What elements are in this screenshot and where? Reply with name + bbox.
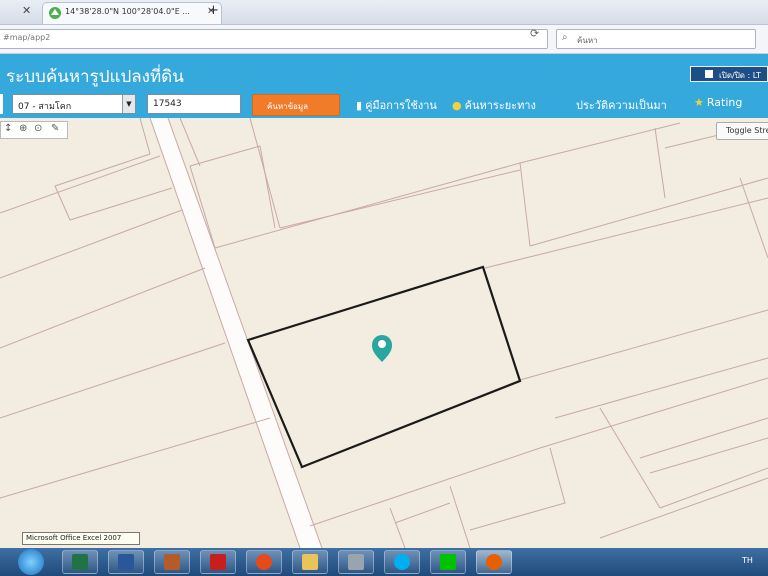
zoom-in-tool-icon[interactable]: ⊕: [19, 123, 27, 134]
picture-icon: [348, 554, 364, 570]
taskbar-word[interactable]: [108, 550, 144, 574]
district-select-value: 07 - สามโคก: [18, 102, 72, 112]
parcel-boundaries: [0, 118, 768, 548]
manual-link[interactable]: ▮ คู่มือการใช้งาน: [356, 96, 437, 114]
layer-toggle-checkbox[interactable]: [705, 70, 713, 78]
distance-link[interactable]: ● ค้นหาระยะทาง: [452, 96, 536, 114]
parcel-map-canvas[interactable]: [0, 118, 768, 548]
map-favicon-icon: [49, 7, 61, 19]
draw-tool-icon[interactable]: ✎: [51, 123, 59, 134]
tab-title: 14°38'28.0"N 100°28'04.0"E ...: [65, 7, 190, 16]
toggle-street-label: Toggle Street: [726, 126, 768, 135]
browser-tab-active[interactable]: 14°38'28.0"N 100°28'04.0"E ... ✕: [42, 2, 222, 24]
search-placeholder: ค้นหา: [577, 36, 598, 45]
layer-toggle[interactable]: เปิด/ปิด : LT: [690, 66, 768, 82]
manual-link-label: คู่มือการใช้งาน: [365, 99, 437, 112]
star-icon: ★: [694, 96, 704, 109]
history-link-label: ประวัติความเป็นมา: [576, 99, 667, 112]
taskbar-excel[interactable]: [62, 550, 98, 574]
app-header: ระบบค้นหารูปแปลงที่ดิน เปิด/ปิด : LT: [0, 54, 768, 92]
rating-link-label: Rating: [706, 96, 743, 109]
find-parcel-label: ค้นหาข้อมูล: [267, 102, 309, 111]
foxit-icon: [256, 554, 272, 570]
chevron-down-icon[interactable]: ▼: [122, 95, 135, 113]
taskbar-explorer[interactable]: [292, 550, 328, 574]
book-icon: ▮: [356, 99, 363, 112]
toggle-street-button[interactable]: Toggle Street: [716, 122, 768, 140]
browser-tab-strip: ✕ 14°38'28.0"N 100°28'04.0"E ... ✕ +: [0, 0, 768, 25]
browser-navbar: #map/app2 ⟳ ⌕ ค้นหา: [0, 25, 768, 54]
folder-icon: [302, 554, 318, 570]
parcel-number-value: 17543: [153, 99, 182, 109]
browser-search-input[interactable]: ⌕ ค้นหา: [556, 29, 756, 49]
search-toolbar: 07 - สามโคก ▼ 17543 ค้นหาข้อมูล ▮ คู่มือก…: [0, 92, 768, 118]
road-edge-right: [167, 118, 323, 548]
taskbar-foxit[interactable]: [246, 550, 282, 574]
pan-tool-icon[interactable]: ↕: [4, 123, 12, 134]
excel-icon: [72, 554, 88, 570]
app-icon: [164, 554, 180, 570]
rating-link[interactable]: ★ Rating: [694, 96, 742, 109]
reload-icon[interactable]: ⟳: [530, 27, 539, 40]
word-icon: [118, 554, 134, 570]
history-link[interactable]: ประวัติความเป็นมา: [576, 96, 667, 114]
app-title: ระบบค้นหารูปแปลงที่ดิน: [6, 67, 184, 87]
selected-parcel[interactable]: [246, 265, 522, 469]
toolbar-left-select-edge[interactable]: [0, 94, 3, 114]
taskbar-firefox[interactable]: [476, 550, 512, 574]
taskbar-line[interactable]: [430, 550, 466, 574]
skype-icon: [394, 554, 410, 570]
parcel-map[interactable]: ↕ ⊕ ⊙ ✎ Toggle Street: [0, 118, 768, 548]
magnifier-icon: ⌕: [562, 32, 568, 43]
taskbar-tooltip-text: Microsoft Office Excel 2007: [26, 534, 122, 542]
line-icon: [440, 554, 456, 570]
new-tab-button[interactable]: +: [208, 3, 219, 18]
locate-tool-icon[interactable]: ⊙: [34, 123, 42, 134]
district-select[interactable]: 07 - สามโคก ▼: [12, 94, 136, 114]
taskbar-skype[interactable]: [384, 550, 420, 574]
start-button[interactable]: [18, 549, 44, 575]
road: [150, 118, 322, 548]
location-marker-icon[interactable]: [372, 335, 392, 362]
taskbar-app[interactable]: [154, 550, 190, 574]
firefox-icon: [486, 554, 502, 570]
language-indicator[interactable]: TH: [742, 556, 753, 565]
taskbar-picture[interactable]: [338, 550, 374, 574]
map-tools: ↕ ⊕ ⊙ ✎: [0, 121, 68, 139]
address-bar[interactable]: #map/app2: [0, 29, 548, 49]
taskbar-pdf[interactable]: [200, 550, 236, 574]
taskbar-tooltip: Microsoft Office Excel 2007: [22, 532, 140, 545]
windows-taskbar: TH: [0, 548, 768, 576]
layer-toggle-label: เปิด/ปิด : LT: [719, 71, 761, 80]
parcel-number-input[interactable]: 17543: [147, 94, 241, 114]
road-edge-left: [149, 118, 301, 548]
distance-icon: ●: [452, 99, 462, 112]
find-parcel-button[interactable]: ค้นหาข้อมูล: [252, 94, 340, 116]
previous-tab-close-icon[interactable]: ✕: [22, 4, 31, 17]
pdf-icon: [210, 554, 226, 570]
distance-link-label: ค้นหาระยะทาง: [464, 99, 536, 112]
address-text: #map/app2: [3, 33, 51, 42]
